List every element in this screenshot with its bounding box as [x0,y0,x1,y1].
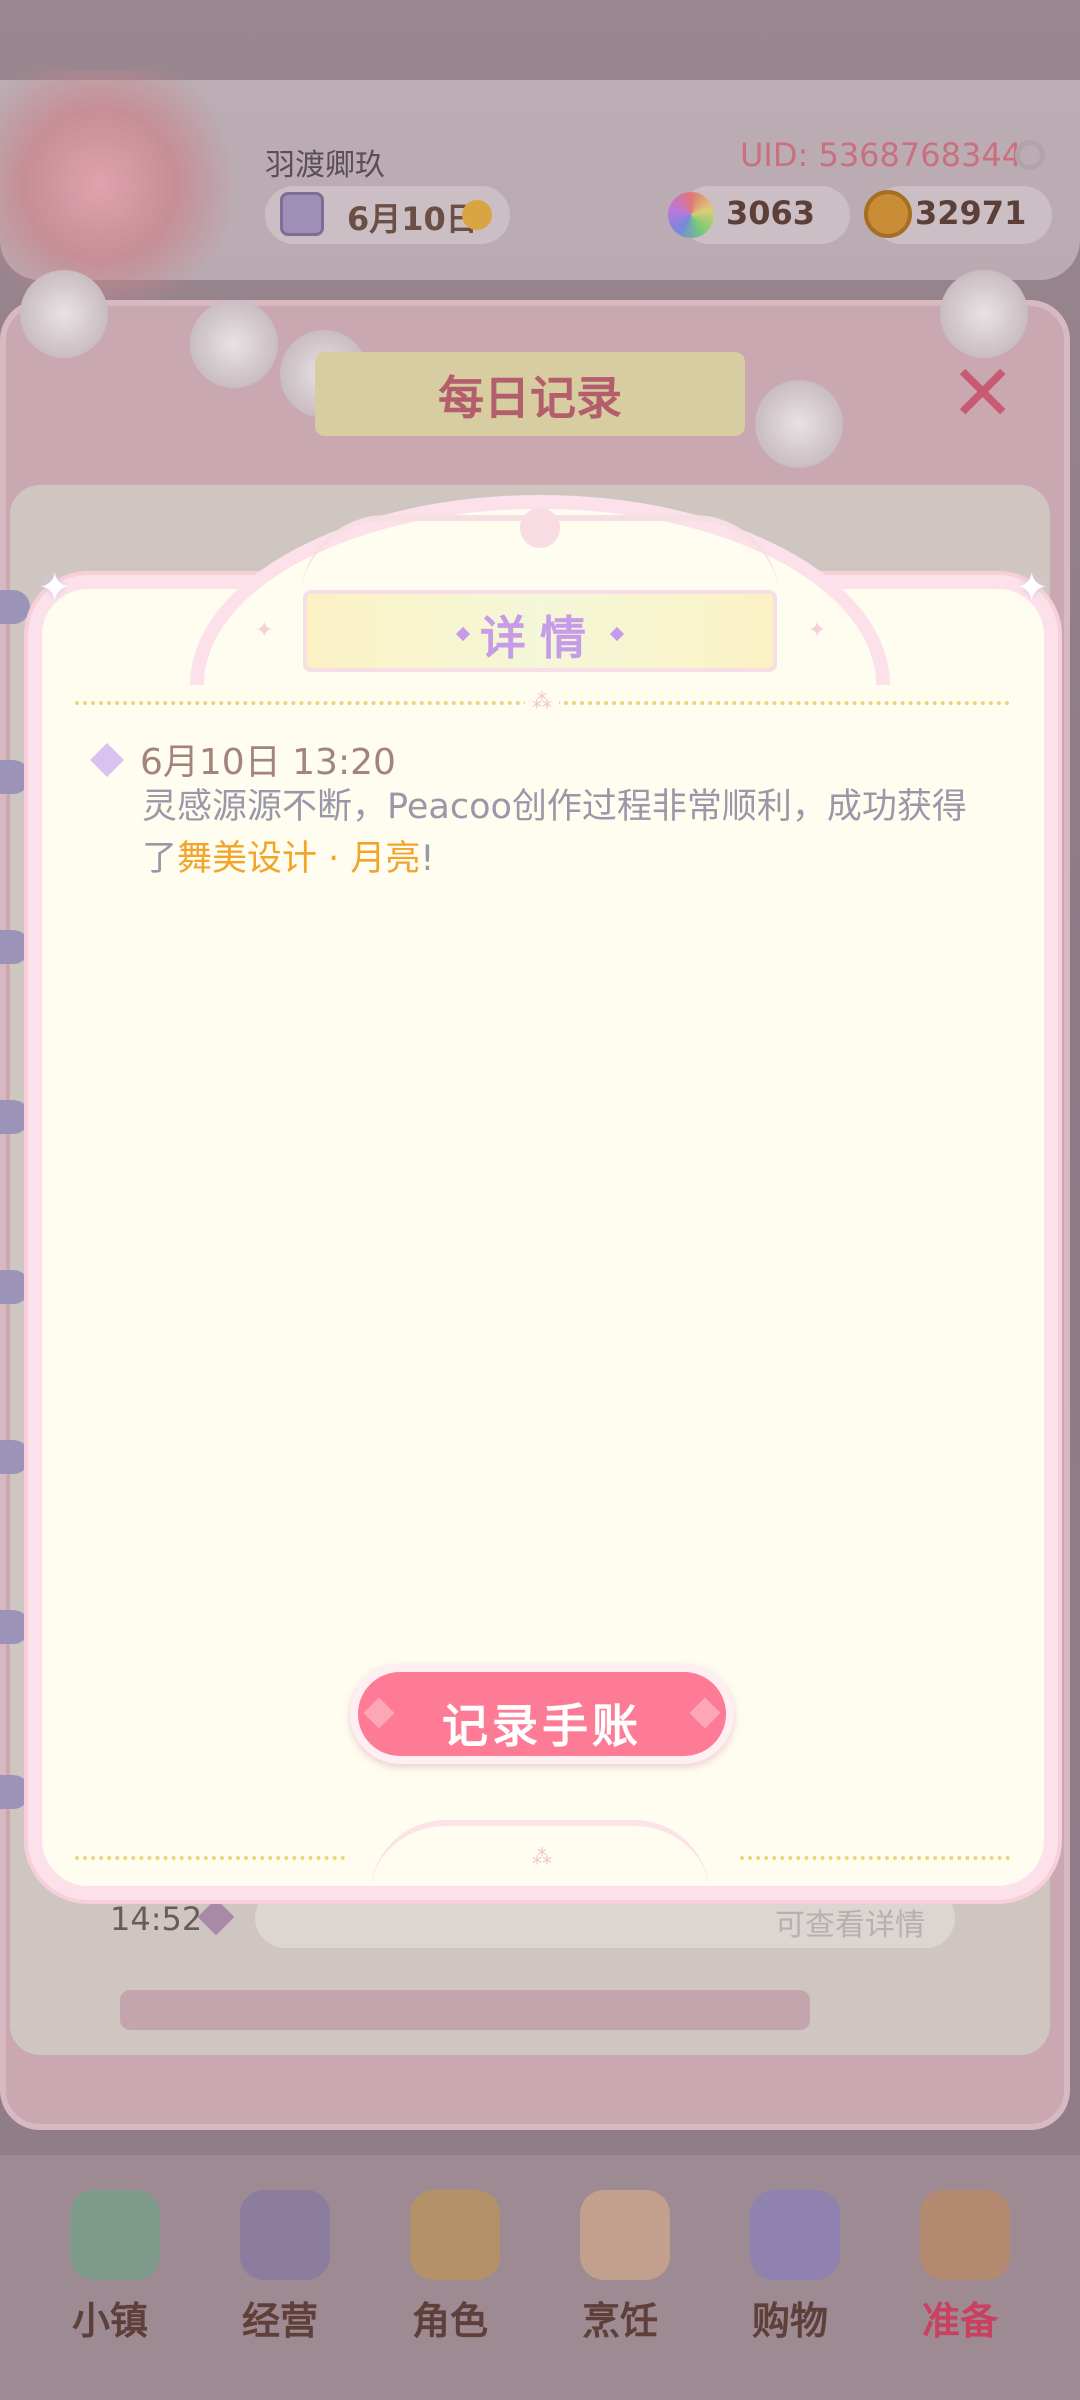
nav-label: 购物 [751,2299,828,2343]
record-journal-button-label: 记录手账 [442,1699,642,1753]
nav-item-character[interactable]: 角色 [375,2180,525,2343]
sun-icon [462,200,492,230]
entry-text-end: ! [420,839,435,879]
rose-decoration-icon [190,300,278,388]
date-label: 6月10日 [347,200,478,238]
entry-text: 灵感源源不断，Peacoo创作过程非常顺利，成功获得了舞美设计 · 月亮! [142,781,992,885]
bow-icon: ⁂ [525,690,559,712]
coin-count: 32971 [915,194,1027,232]
entry-reward-highlight: 舞美设计 · 月亮 [177,839,421,879]
rose-decoration-icon [755,380,843,468]
record-row-hint: 可查看详情 [775,1908,925,1943]
bag-icon [240,2190,330,2280]
nav-label: 经营 [241,2299,318,2343]
nav-label: 小镇 [71,2299,148,2343]
copy-uid-icon [1015,140,1045,170]
nav-item-business[interactable]: 经营 [205,2180,355,2343]
record-journal-button[interactable]: 记录手账 [350,1664,734,1764]
record-title: 每日记录 [438,371,622,425]
nav-label: 角色 [411,2299,488,2343]
uid-label: UID: 5368768344 [740,136,1023,174]
calendar-icon [280,192,324,236]
crest-ornament-icon [520,508,560,548]
coin-icon [864,190,912,238]
sparkle-icon: ✦ [38,565,72,611]
nav-label: 准备 [921,2299,998,2343]
star-icon: ✦ [255,618,274,643]
star-icon: ✦ [808,618,827,643]
shopping-bag-icon [750,2190,840,2280]
map-icon [70,2190,160,2280]
nav-item-town[interactable]: 小镇 [35,2180,185,2343]
close-icon[interactable]: ✕ [950,355,1015,433]
rose-decoration-icon [20,270,108,358]
player-avatar [0,70,250,300]
record-row-time: 14:52 [110,1900,203,1938]
record-row [120,1990,810,2030]
basket-icon [920,2190,1010,2280]
nav-label: 烹饪 [581,2299,658,2343]
nav-item-shopping[interactable]: 购物 [715,2180,865,2343]
nav-item-prepare[interactable]: 准备 [885,2180,1035,2343]
dotted-divider [75,1856,345,1860]
cake-icon [580,2190,670,2280]
sparkle-icon: ✦ [1015,565,1049,611]
gem-count: 3063 [726,194,816,232]
rose-decoration-icon [940,270,1028,358]
nav-item-cooking[interactable]: 烹饪 [545,2180,695,2343]
dotted-divider [740,1856,1010,1860]
bow-icon: ⁂ [532,1845,552,1869]
character-icon [410,2190,500,2280]
entry-time: 6月10日 13:20 [140,742,396,783]
modal-title: 详情 [480,611,600,665]
rainbow-gem-icon [668,192,714,238]
player-name: 羽渡卿玖 [265,148,385,183]
